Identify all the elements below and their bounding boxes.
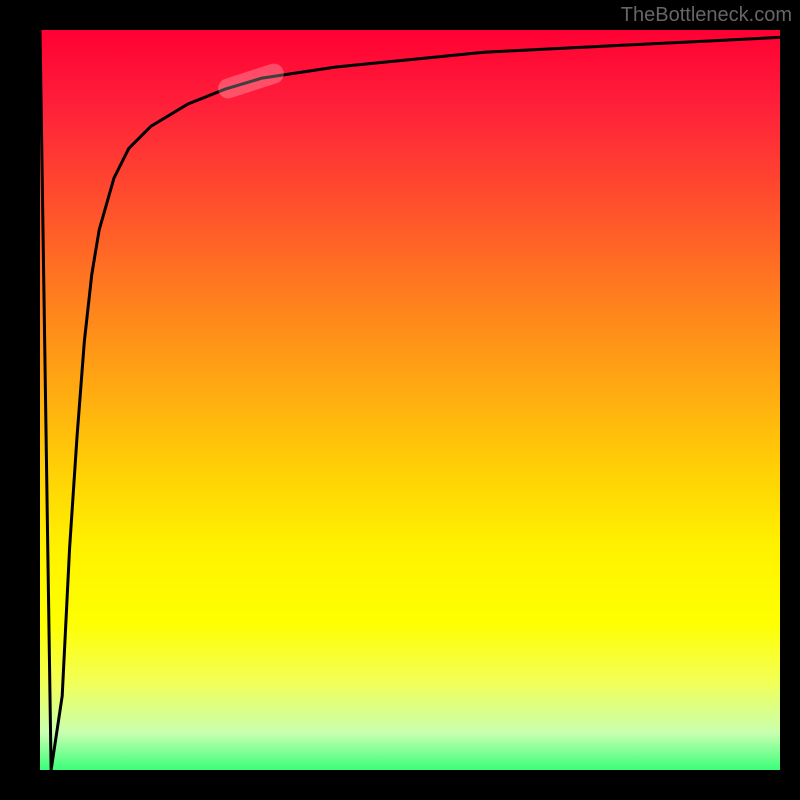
- chart-curve-svg: [40, 30, 780, 770]
- plot-area: [40, 30, 780, 770]
- chart-curve: [40, 30, 780, 770]
- watermark-text: TheBottleneck.com: [621, 4, 792, 27]
